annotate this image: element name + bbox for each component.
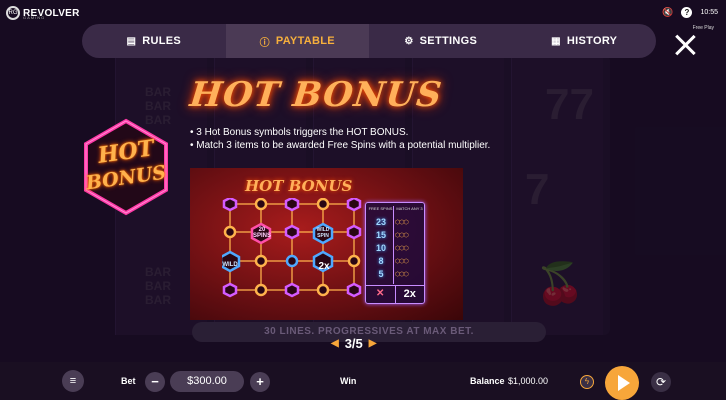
- spins-value: 23: [375, 217, 386, 227]
- spins-value: 15: [375, 230, 386, 240]
- decrease-bet-button[interactable]: −: [145, 372, 165, 392]
- match-rings-icon: ⬡⬡⬡: [395, 220, 409, 226]
- match-rings-icon: ⬡⬡⬡: [395, 272, 409, 278]
- calendar-icon: ▦: [551, 35, 561, 47]
- brand-subtitle: GAMING: [23, 15, 46, 20]
- bonus-grid: [222, 198, 362, 298]
- win-label: Win: [340, 376, 357, 386]
- close-button[interactable]: [674, 34, 696, 56]
- tab-label: RULES: [142, 35, 182, 47]
- tab-paytable[interactable]: ⓘ PAYTABLE: [225, 24, 369, 58]
- menu-button[interactable]: ≡: [62, 370, 84, 392]
- tab-label: HISTORY: [566, 35, 618, 47]
- spins-value: 5: [378, 269, 384, 279]
- free-spins-header: FREE SPINS: [368, 206, 393, 211]
- wild-node-label: WILD: [222, 262, 238, 268]
- clock-time: 10:55: [700, 9, 718, 16]
- help-icon[interactable]: ?: [681, 7, 693, 18]
- cancel-symbol-icon: ✕: [376, 288, 385, 299]
- spin-button[interactable]: [605, 366, 639, 400]
- spins-value: 8: [378, 256, 384, 266]
- balance-value: $1,000.00: [508, 376, 549, 386]
- status-area: 🔇 ? 10:55: [662, 7, 718, 18]
- match-rings-icon: ⬡⬡⬡: [395, 233, 409, 239]
- wild-spin-node-label: WILD SPIN: [316, 227, 330, 239]
- page-title: HOT BONUS: [187, 75, 445, 115]
- match-rings-icon: ⬡⬡⬡: [395, 259, 409, 265]
- bonus-image-title: HOT BONUS: [245, 177, 353, 195]
- description-line: • 3 Hot Bonus symbols triggers the HOT B…: [190, 127, 409, 138]
- bonus-game-image: HOT BONUS 20 SPINS WILD SPIN WILD 2x FRE…: [190, 168, 463, 320]
- bottom-bar: ≡ Bet − $300.00 + Win Balance $1,000.00 …: [0, 362, 726, 400]
- pagination: ◀ 3/5 ▶: [331, 336, 376, 351]
- spins-node-label: 20 SPINS: [252, 227, 271, 239]
- page-indicator: 3/5: [344, 336, 363, 351]
- revolver-logo-icon: RG: [6, 6, 20, 20]
- next-page-icon[interactable]: ▶: [369, 338, 377, 349]
- balance-label: Balance: [470, 376, 505, 386]
- spins-value: 10: [375, 243, 386, 253]
- turbo-lightning-icon[interactable]: ϟ: [580, 375, 594, 389]
- tab-settings[interactable]: ⚙ SETTINGS: [369, 24, 513, 58]
- tab-history[interactable]: ▦ HISTORY: [513, 24, 657, 58]
- multiplier-row: ✕ 2x: [366, 285, 424, 303]
- table-divider: [393, 206, 394, 284]
- prev-page-icon[interactable]: ◀: [331, 338, 339, 349]
- free-spins-table: FREE SPINS MATCH ANY 3 23 15 10 8 5 ⬡⬡⬡ …: [365, 202, 425, 304]
- description-line: • Match 3 items to be awarded Free Spins…: [190, 140, 491, 151]
- document-icon: ▤: [126, 35, 137, 47]
- info-icon: ⓘ: [259, 37, 270, 49]
- gear-icon: ⚙: [404, 35, 414, 47]
- hot-bonus-symbol: HOT BONUS: [80, 117, 172, 217]
- multiplier-node-label: 2x: [318, 261, 330, 272]
- increase-bet-button[interactable]: +: [250, 372, 270, 392]
- multiplier-value: 2x: [394, 286, 425, 303]
- tab-label: SETTINGS: [419, 35, 478, 47]
- match-rings-icon: ⬡⬡⬡: [395, 246, 409, 252]
- tab-rules[interactable]: ▤ RULES: [82, 24, 226, 58]
- free-play-label: Free Play: [692, 25, 714, 31]
- tab-label: PAYTABLE: [275, 35, 335, 47]
- info-tabs: ▤ RULES ⓘ PAYTABLE ⚙ SETTINGS ▦ HISTORY: [82, 24, 656, 58]
- bet-value: $300.00: [170, 371, 244, 392]
- mute-icon[interactable]: 🔇: [662, 7, 673, 18]
- bet-label: Bet: [121, 376, 136, 386]
- bonus-description: • 3 Hot Bonus symbols triggers the HOT B…: [190, 126, 490, 152]
- autoplay-icon[interactable]: ⟳: [651, 372, 671, 392]
- match-header: MATCH ANY 3: [396, 206, 423, 211]
